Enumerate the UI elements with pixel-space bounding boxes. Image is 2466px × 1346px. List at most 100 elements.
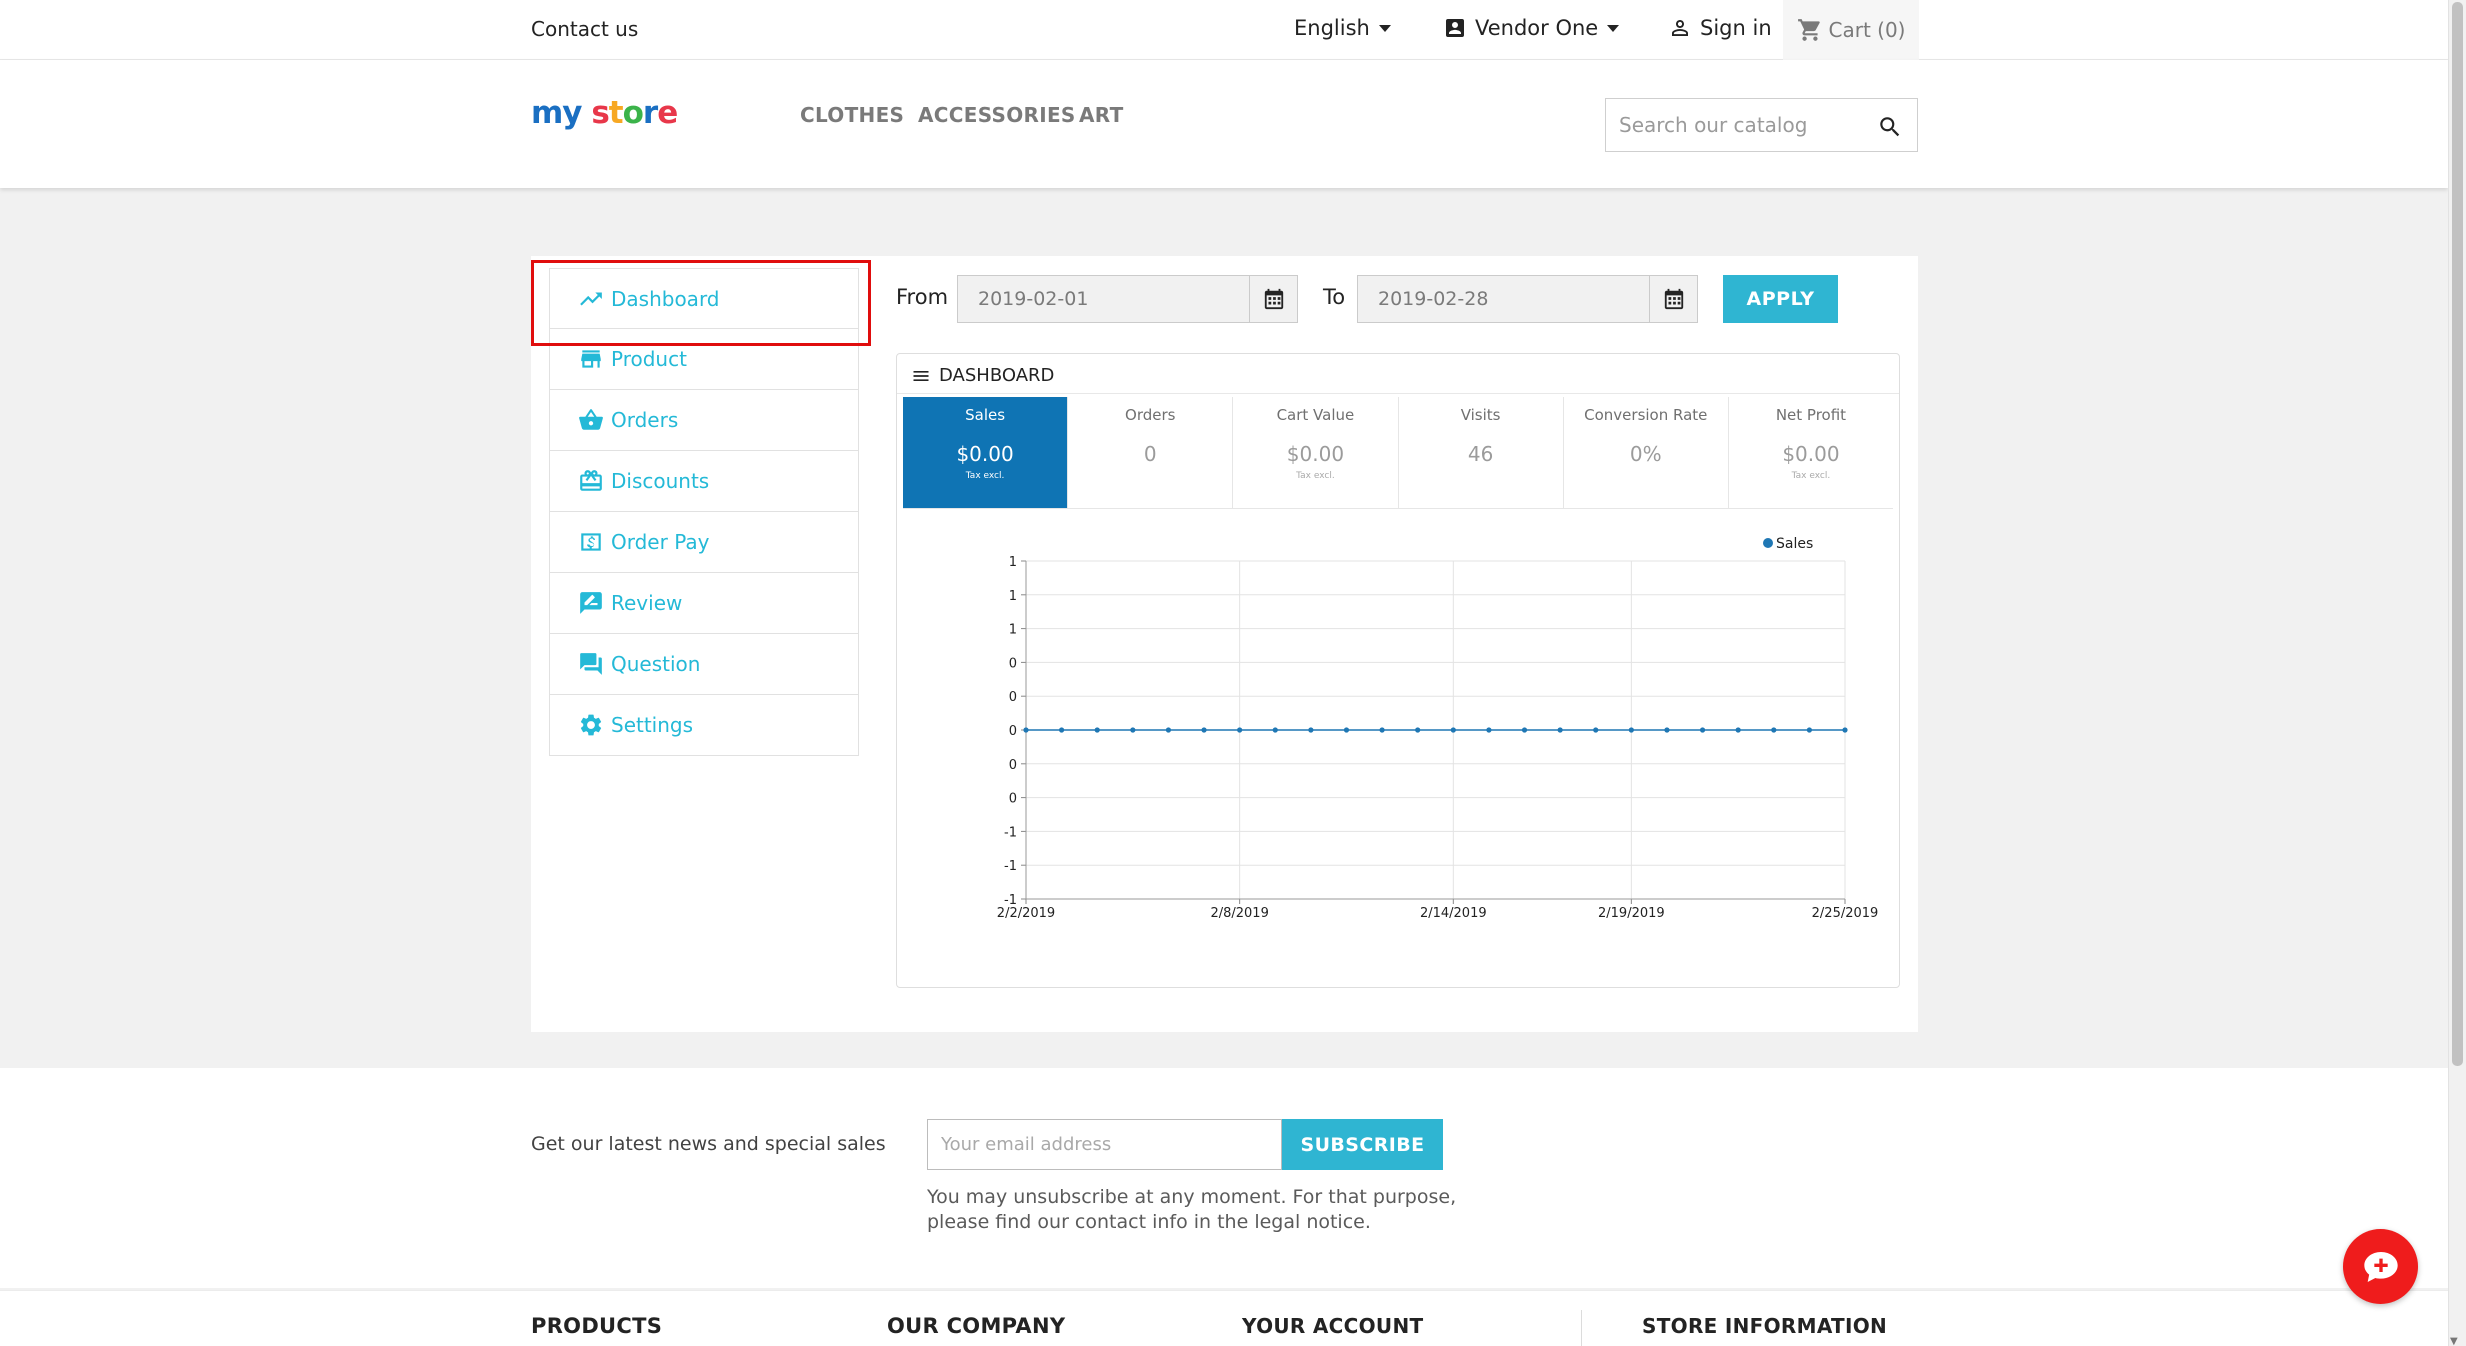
dollar-box-icon [581, 533, 601, 551]
gift-card-icon [580, 470, 602, 491]
y-tick-label: 1 [1009, 623, 1017, 638]
dashboard-header: DASHBOARD [911, 365, 1054, 386]
kpi-sub: Tax excl. [965, 471, 1005, 481]
nav-clothes[interactable]: CLOTHES [800, 103, 904, 127]
sidebar-item-label: Settings [611, 713, 694, 737]
y-tick-label: 0 [1009, 758, 1017, 773]
data-point[interactable] [1415, 727, 1421, 733]
sidebar-item-label: Discounts [611, 469, 710, 493]
data-point[interactable] [1094, 727, 1100, 733]
data-point[interactable] [1379, 727, 1385, 733]
data-point[interactable] [1308, 727, 1314, 733]
data-point[interactable] [1699, 727, 1706, 733]
to-date-input[interactable] [1358, 276, 1649, 322]
storefront-icon [581, 350, 601, 368]
data-point[interactable] [1023, 727, 1029, 733]
y-tick-label: -1 [1004, 825, 1017, 840]
kpi-value: $0.00 [1782, 442, 1840, 466]
search-icon[interactable] [1877, 114, 1903, 140]
search-box [1605, 98, 1918, 152]
data-point[interactable] [1201, 727, 1207, 733]
contact-us-link[interactable]: Contact us [531, 17, 638, 41]
kpi-conversion-rate[interactable]: Conversion Rate 0% [1563, 397, 1729, 509]
data-point[interactable] [1735, 727, 1741, 733]
kpi-row: Sales $0.00 Tax excl. Orders 0 Cart Valu… [903, 397, 1894, 509]
sidebar-item-orders[interactable]: Orders [549, 390, 859, 451]
data-point[interactable] [1557, 727, 1563, 733]
y-tick-label: 0 [1009, 690, 1017, 705]
kpi-label: Visits [1460, 406, 1501, 424]
data-point[interactable] [1272, 727, 1278, 733]
kpi-orders[interactable]: Orders 0 [1068, 397, 1234, 509]
y-tick-label: -1 [1004, 859, 1017, 874]
data-point[interactable] [1059, 727, 1065, 733]
shopping-cart-icon [1797, 19, 1820, 41]
sidebar-item-dashboard[interactable]: Dashboard [549, 268, 859, 329]
data-point[interactable] [1486, 727, 1492, 733]
kpi-sub: Tax excl. [1296, 471, 1335, 481]
sidebar-item-label: Order Pay [611, 530, 710, 554]
footer-company-heading: OUR COMPANY [887, 1314, 1066, 1338]
sales-chart: 11100000-1-1-12/2/2019 2/8/2019 2/14/2019 2… [997, 536, 1879, 921]
data-point[interactable] [1664, 727, 1670, 733]
kpi-sales[interactable]: Sales $0.00 Tax excl. [903, 397, 1069, 509]
cart-label: Cart (0) [1828, 18, 1906, 42]
search-input[interactable] [1606, 99, 1917, 151]
kpi-value: $0.00 [1286, 442, 1345, 466]
x-tick-label: 2/25/2019 [1812, 906, 1879, 921]
site-header [0, 60, 2448, 188]
legend-label: Sales [1776, 536, 1813, 552]
kpi-label: Conversion Rate [1584, 406, 1708, 424]
data-point[interactable] [1237, 727, 1243, 733]
sidebar-item-settings[interactable]: Settings [549, 695, 859, 756]
sidebar-item-product[interactable]: Product [549, 329, 859, 390]
cart-button[interactable]: Cart (0) [1783, 0, 1919, 60]
from-label: From [896, 285, 949, 309]
data-point[interactable] [1842, 727, 1848, 733]
data-point[interactable] [1450, 727, 1456, 733]
sidebar-item-discounts[interactable]: Discounts [549, 451, 859, 512]
footer-account-heading[interactable]: YOUR ACCOUNT [1242, 1314, 1423, 1338]
data-point[interactable] [1628, 727, 1634, 733]
kpi-net-profit[interactable]: Net Profit $0.00 Tax excl. [1728, 397, 1894, 509]
data-point[interactable] [1806, 727, 1812, 733]
kpi-visits[interactable]: Visits 46 [1398, 397, 1564, 509]
top-bar [0, 0, 2448, 60]
sign-in-link[interactable]: Sign in [1668, 16, 1772, 40]
data-point[interactable] [1130, 727, 1136, 733]
data-point[interactable] [1343, 727, 1350, 733]
chat-float-button[interactable] [2343, 1229, 2418, 1304]
newsletter-section [0, 1068, 2448, 1288]
data-point[interactable] [1165, 727, 1172, 733]
logo-store: store [591, 95, 678, 131]
email-input[interactable] [927, 1119, 1282, 1170]
store-logo[interactable]: my store [531, 95, 678, 131]
nav-accessories[interactable]: ACCESSORIES [918, 103, 1076, 127]
account-box-icon [1446, 19, 1464, 37]
to-calendar-button[interactable] [1649, 276, 1697, 322]
nav-art[interactable]: ART [1079, 103, 1124, 127]
kpi-label: Sales [965, 406, 1006, 424]
scroll-down-arrow-icon[interactable]: ▼ [2450, 1336, 2458, 1346]
sidebar-item-label: Question [611, 652, 701, 676]
to-label: To [1323, 285, 1346, 309]
data-point[interactable] [1593, 727, 1599, 733]
vendor-account-menu[interactable]: Vendor One [1443, 16, 1620, 40]
subscribe-button[interactable]: SUBSCRIBE [1282, 1119, 1443, 1170]
language-selector[interactable]: English [1294, 16, 1391, 40]
logo-my: my [531, 95, 583, 131]
apply-button[interactable]: APPLY [1723, 275, 1838, 323]
data-point[interactable] [1771, 727, 1777, 733]
sidebar-item-order-pay[interactable]: Order Pay [549, 512, 859, 573]
scrollbar-thumb[interactable] [2452, 2, 2463, 1066]
kpi-cart-value[interactable]: Cart Value $0.00 Tax excl. [1233, 397, 1399, 509]
kpi-value: 0 [1143, 442, 1157, 466]
from-calendar-button[interactable] [1249, 276, 1297, 322]
basket-icon [579, 409, 603, 430]
kpi-label: Orders [1125, 406, 1176, 424]
from-date-input[interactable] [958, 276, 1249, 322]
sidebar-item-review[interactable]: Review [549, 573, 859, 634]
sidebar-item-question[interactable]: Question [549, 634, 859, 695]
to-date-picker [1357, 275, 1698, 323]
data-point[interactable] [1521, 727, 1528, 733]
